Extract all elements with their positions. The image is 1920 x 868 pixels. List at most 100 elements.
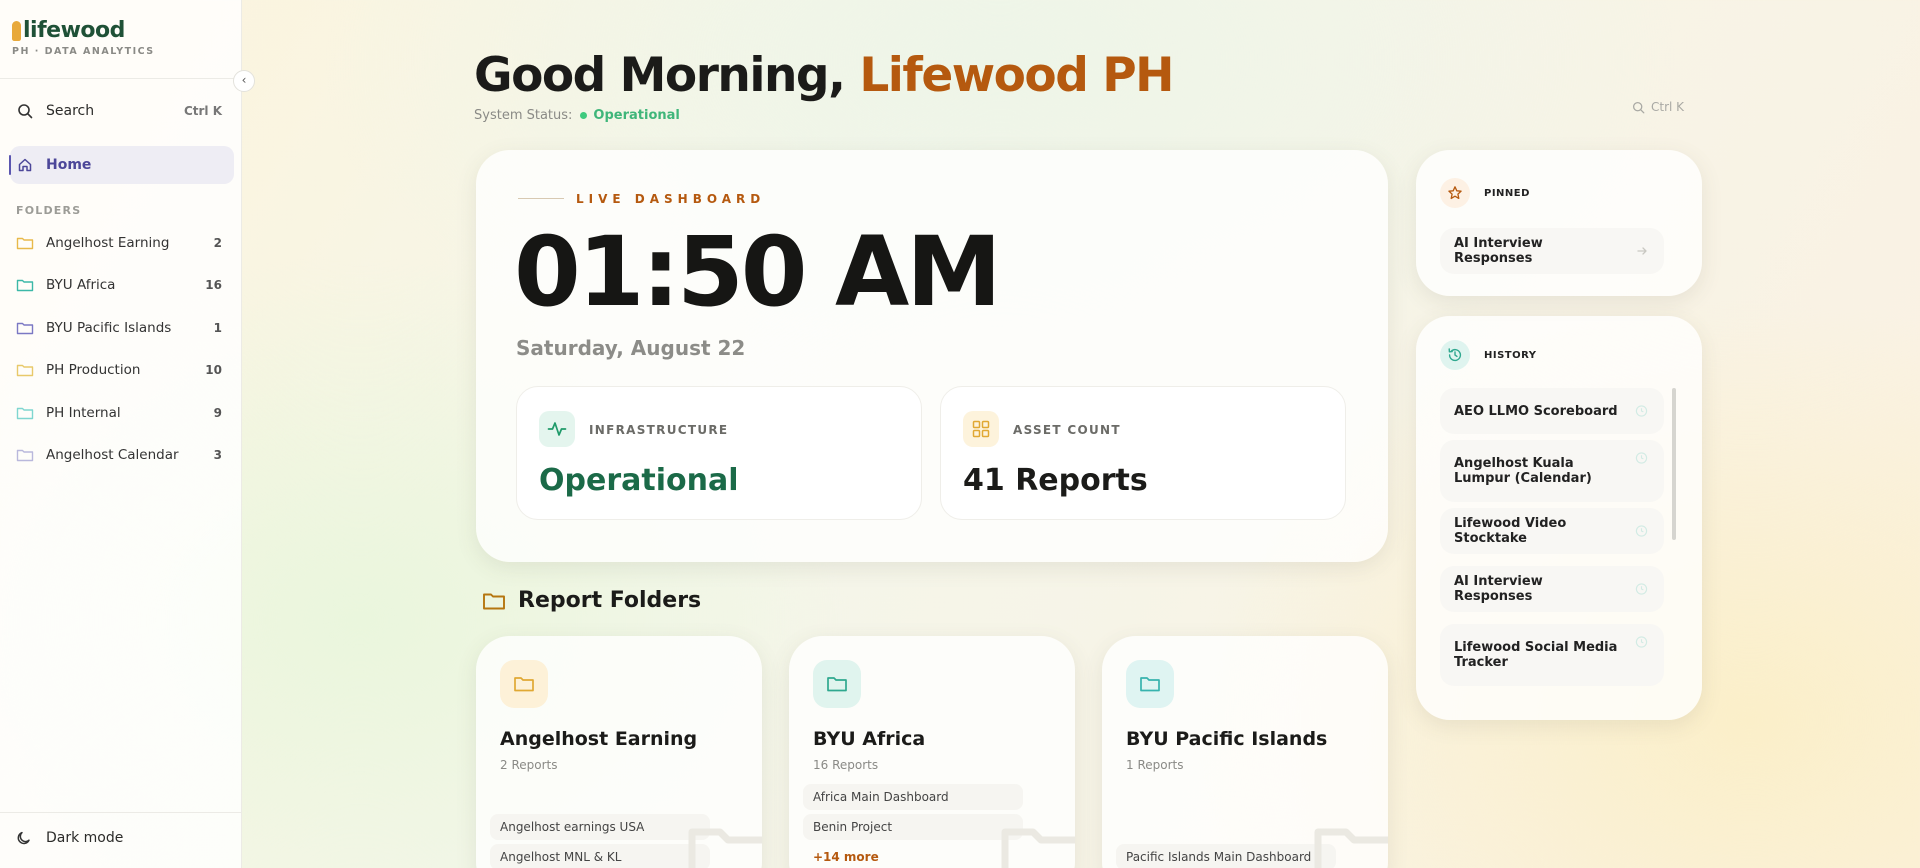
sidebar-folder-angelhost-earning[interactable]: Angelhost Earning 2 bbox=[10, 226, 234, 260]
clock-icon bbox=[1635, 452, 1648, 464]
dark-mode-toggle[interactable]: Dark mode bbox=[16, 830, 123, 846]
folder-count: 1 bbox=[213, 321, 222, 335]
history-item[interactable]: Lifewood Social Media Tracker bbox=[1440, 624, 1664, 686]
star-icon bbox=[1440, 178, 1470, 208]
sidebar-folder-ph-production[interactable]: PH Production 10 bbox=[10, 353, 234, 387]
sidebar-folder-byu-pacific-islands[interactable]: BYU Pacific Islands 1 bbox=[10, 311, 234, 345]
folder-report-link[interactable]: Benin Project bbox=[803, 814, 1023, 840]
infrastructure-value: Operational bbox=[539, 463, 739, 498]
clock-time: 01:50 AM bbox=[514, 216, 1002, 328]
brand-subtitle: PH · DATA ANALYTICS bbox=[12, 46, 155, 57]
folder-count: 9 bbox=[213, 406, 222, 420]
search-shortcut: Ctrl K bbox=[183, 104, 222, 118]
folder-icon bbox=[500, 660, 548, 708]
folder-count: 16 bbox=[205, 278, 222, 292]
page-title: Good Morning, Lifewood PH bbox=[474, 48, 1174, 103]
brand[interactable]: lifewood PH · DATA ANALYTICS bbox=[12, 18, 155, 57]
search-icon bbox=[16, 102, 34, 120]
folder-card-byu-pacific-islands[interactable]: BYU Pacific Islands 1 Reports Pacific Is… bbox=[1102, 636, 1388, 868]
system-status: System Status: Operational bbox=[474, 108, 680, 123]
sidebar-folder-angelhost-calendar[interactable]: Angelhost Calendar 3 bbox=[10, 438, 234, 472]
sidebar-item-home[interactable]: Home bbox=[9, 146, 234, 184]
status-dot-icon bbox=[580, 112, 588, 119]
folders-heading: FOLDERS bbox=[16, 204, 82, 217]
clock-icon bbox=[1635, 525, 1648, 537]
folder-icon bbox=[813, 660, 861, 708]
top-search-button[interactable]: Ctrl K bbox=[1632, 100, 1684, 114]
folder-icon bbox=[16, 449, 34, 462]
clock-icon bbox=[1635, 405, 1648, 417]
folder-card-count: 2 Reports bbox=[500, 758, 558, 772]
folder-count: 2 bbox=[213, 236, 222, 250]
folder-report-link[interactable]: Angelhost MNL & KL bbox=[490, 844, 710, 868]
greeting-name: Lifewood PH bbox=[859, 48, 1174, 103]
sidebar-folder-byu-africa[interactable]: BYU Africa 16 bbox=[10, 268, 234, 302]
folder-more-link[interactable]: +14 more bbox=[803, 844, 1023, 868]
search-icon bbox=[1632, 101, 1645, 113]
asset-label: ASSET COUNT bbox=[1013, 423, 1121, 437]
search-shortcut: Ctrl K bbox=[1651, 100, 1685, 114]
arrow-right-icon bbox=[1637, 247, 1647, 255]
asset-value: 41 Reports bbox=[963, 463, 1148, 498]
history-item-label: Angelhost Kuala Lumpur (Calendar) bbox=[1454, 456, 1592, 486]
live-dashboard-card: LIVE DASHBOARD 01:50 AM Saturday, August… bbox=[476, 150, 1388, 562]
collapse-sidebar-button[interactable]: ‹ bbox=[233, 70, 255, 92]
search-label: Search bbox=[46, 103, 95, 119]
folder-watermark-icon bbox=[688, 828, 762, 868]
pinned-item[interactable]: AI Interview Responses bbox=[1440, 228, 1664, 274]
dark-mode-label: Dark mode bbox=[46, 830, 124, 846]
grid-icon bbox=[963, 411, 999, 447]
folder-label: PH Production bbox=[46, 362, 141, 378]
home-label: Home bbox=[46, 157, 92, 173]
asset-count-stat: ASSET COUNT 41 Reports bbox=[940, 386, 1346, 520]
infrastructure-label: INFRASTRUCTURE bbox=[589, 423, 729, 437]
clock-icon bbox=[1635, 583, 1648, 595]
folder-watermark-icon bbox=[1314, 828, 1388, 868]
history-scrollbar[interactable] bbox=[1672, 388, 1676, 540]
history-item-label: AI Interview Responses bbox=[1454, 574, 1543, 604]
folder-icon bbox=[1126, 660, 1174, 708]
folder-report-link[interactable]: Pacific Islands Main Dashboard bbox=[1116, 844, 1336, 868]
folder-card-title: BYU Africa bbox=[813, 728, 926, 750]
activity-icon bbox=[539, 411, 575, 447]
folder-icon bbox=[16, 364, 34, 377]
history-item[interactable]: Angelhost Kuala Lumpur (Calendar) bbox=[1440, 440, 1664, 502]
history-item[interactable]: AEO LLMO Scoreboard bbox=[1440, 388, 1664, 434]
folder-card-title: BYU Pacific Islands bbox=[1126, 728, 1328, 750]
history-card: HISTORY AEO LLMO Scoreboard Angelhost Ku… bbox=[1416, 316, 1702, 720]
pinned-heading: PINNED bbox=[1484, 187, 1530, 199]
folder-label: Angelhost Calendar bbox=[46, 447, 179, 463]
folder-label: BYU Africa bbox=[46, 277, 116, 293]
history-header: HISTORY bbox=[1440, 340, 1537, 370]
folder-icon bbox=[483, 593, 505, 609]
folder-card-byu-africa[interactable]: BYU Africa 16 Reports Africa Main Dashbo… bbox=[789, 636, 1075, 868]
sidebar: lifewood PH · DATA ANALYTICS Search Ctrl… bbox=[0, 0, 242, 868]
history-icon bbox=[1440, 340, 1470, 370]
sidebar-folder-ph-internal[interactable]: PH Internal 9 bbox=[10, 396, 234, 430]
folder-card-angelhost-earning[interactable]: Angelhost Earning 2 Reports Angelhost ea… bbox=[476, 636, 762, 868]
divider bbox=[518, 198, 564, 199]
folder-label: BYU Pacific Islands bbox=[46, 320, 172, 336]
history-item[interactable]: Lifewood Video Stocktake bbox=[1440, 508, 1664, 554]
sidebar-search[interactable]: Search Ctrl K bbox=[10, 92, 234, 130]
divider bbox=[0, 812, 242, 813]
moon-icon bbox=[17, 831, 30, 845]
folder-icon bbox=[16, 237, 34, 250]
folder-report-link[interactable]: Africa Main Dashboard bbox=[803, 784, 1023, 810]
folder-icon bbox=[16, 407, 34, 420]
folder-report-link[interactable]: Angelhost earnings USA bbox=[490, 814, 710, 840]
pinned-header: PINNED bbox=[1440, 178, 1530, 208]
folder-label: PH Internal bbox=[46, 405, 121, 421]
history-item[interactable]: AI Interview Responses bbox=[1440, 566, 1664, 612]
brand-logo: lifewood bbox=[12, 18, 155, 43]
pinned-card: PINNED AI Interview Responses bbox=[1416, 150, 1702, 296]
divider bbox=[0, 78, 242, 79]
brand-name: lifewood bbox=[23, 18, 125, 43]
pinned-item-label: AI Interview Responses bbox=[1454, 236, 1543, 266]
infrastructure-stat: INFRASTRUCTURE Operational bbox=[516, 386, 922, 520]
greeting-text: Good Morning, bbox=[474, 48, 846, 103]
clock-icon bbox=[1635, 636, 1648, 648]
folder-card-count: 1 Reports bbox=[1126, 758, 1184, 772]
history-heading: HISTORY bbox=[1484, 349, 1537, 361]
status-label: System Status: bbox=[474, 108, 573, 123]
